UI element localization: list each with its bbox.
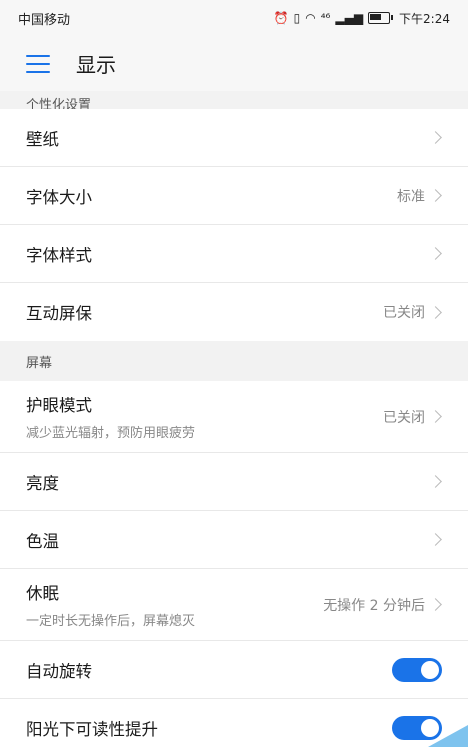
setting-eye-comfort[interactable]: 护眼模式 减少蓝光辐射，预防用眼疲劳 已关闭 xyxy=(0,381,468,453)
section-header-personalization: 个性化设置 xyxy=(0,91,468,109)
setting-label: 自动旋转 xyxy=(26,661,92,681)
section-header-screen: 屏幕 xyxy=(0,341,468,381)
page-title: 显示 xyxy=(76,53,116,77)
setting-label: 壁纸 xyxy=(26,129,59,149)
toggle-knob xyxy=(421,660,439,679)
battery-icon xyxy=(368,12,394,24)
app-bar: 显示 xyxy=(0,36,468,91)
chevron-right-icon xyxy=(429,247,442,260)
status-icons: ⏰ ▯ ◠ ⁴⁶ ▂▄▆ 下午2:24 xyxy=(274,10,450,27)
vibrate-icon: ▯ xyxy=(293,11,301,25)
auto-rotate-toggle[interactable] xyxy=(392,657,442,682)
setting-label: 色温 xyxy=(26,531,59,551)
setting-brightness[interactable]: 亮度 xyxy=(0,453,468,511)
setting-value: 标准 xyxy=(397,188,425,205)
settings-list[interactable]: 个性化设置 壁纸 字体大小 标准 字体样式 互动屏保 已关闭 屏幕 护眼模式 减… xyxy=(0,91,468,747)
chevron-right-icon xyxy=(429,131,442,144)
chevron-right-icon xyxy=(429,410,442,423)
setting-label: 字体样式 xyxy=(26,245,92,265)
setting-color-temperature[interactable]: 色温 xyxy=(0,511,468,569)
setting-label: 休眠 xyxy=(26,584,59,603)
setting-font-size[interactable]: 字体大小 标准 xyxy=(0,167,468,225)
setting-label: 字体大小 xyxy=(26,187,92,207)
chevron-right-icon xyxy=(429,305,442,319)
alarm-icon: ⏰ xyxy=(273,11,289,25)
setting-label: 阳光下可读性提升 xyxy=(26,720,158,739)
chevron-right-icon xyxy=(429,533,442,546)
corner-decoration xyxy=(428,725,468,747)
section-header-label: 个性化设置 xyxy=(26,98,92,109)
setting-label: 亮度 xyxy=(26,473,59,493)
chevron-right-icon xyxy=(429,475,442,488)
setting-font-style[interactable]: 字体样式 xyxy=(0,225,468,283)
setting-label: 互动屏保 xyxy=(26,304,92,323)
setting-subtitle: 一定时长无操作后，屏幕熄灭 xyxy=(26,614,196,629)
setting-subtitle: 减少蓝光辐射，预防用眼疲劳 xyxy=(26,426,196,441)
hamburger-menu-icon[interactable] xyxy=(26,54,50,73)
setting-value: 已关闭 xyxy=(383,409,425,426)
status-bar: 中国移动 ⏰ ▯ ◠ ⁴⁶ ▂▄▆ 下午2:24 xyxy=(0,0,468,36)
cellular-signal-icon: ▂▄▆ xyxy=(335,11,364,25)
setting-sleep[interactable]: 休眠 一定时长无操作后，屏幕熄灭 无操作 2 分钟后 xyxy=(0,569,468,641)
setting-value: 已关闭 xyxy=(383,305,425,321)
setting-wallpaper[interactable]: 壁纸 xyxy=(0,109,468,167)
setting-label: 护眼模式 xyxy=(26,396,92,415)
section-header-label: 屏幕 xyxy=(26,355,53,371)
setting-value: 无操作 2 分钟后 xyxy=(323,597,425,614)
status-time: 下午2:24 xyxy=(399,11,450,26)
setting-auto-rotate[interactable]: 自动旋转 xyxy=(0,641,468,699)
wifi-icon: ◠ xyxy=(305,11,316,25)
setting-sunlight-readability[interactable]: 阳光下可读性提升 xyxy=(0,699,468,747)
carrier-name: 中国移动 xyxy=(18,12,71,28)
chevron-right-icon xyxy=(429,598,442,611)
network-type-label: ⁴⁶ xyxy=(320,11,331,25)
chevron-right-icon xyxy=(429,189,442,202)
setting-interactive-screensaver[interactable]: 互动屏保 已关闭 xyxy=(0,283,468,341)
